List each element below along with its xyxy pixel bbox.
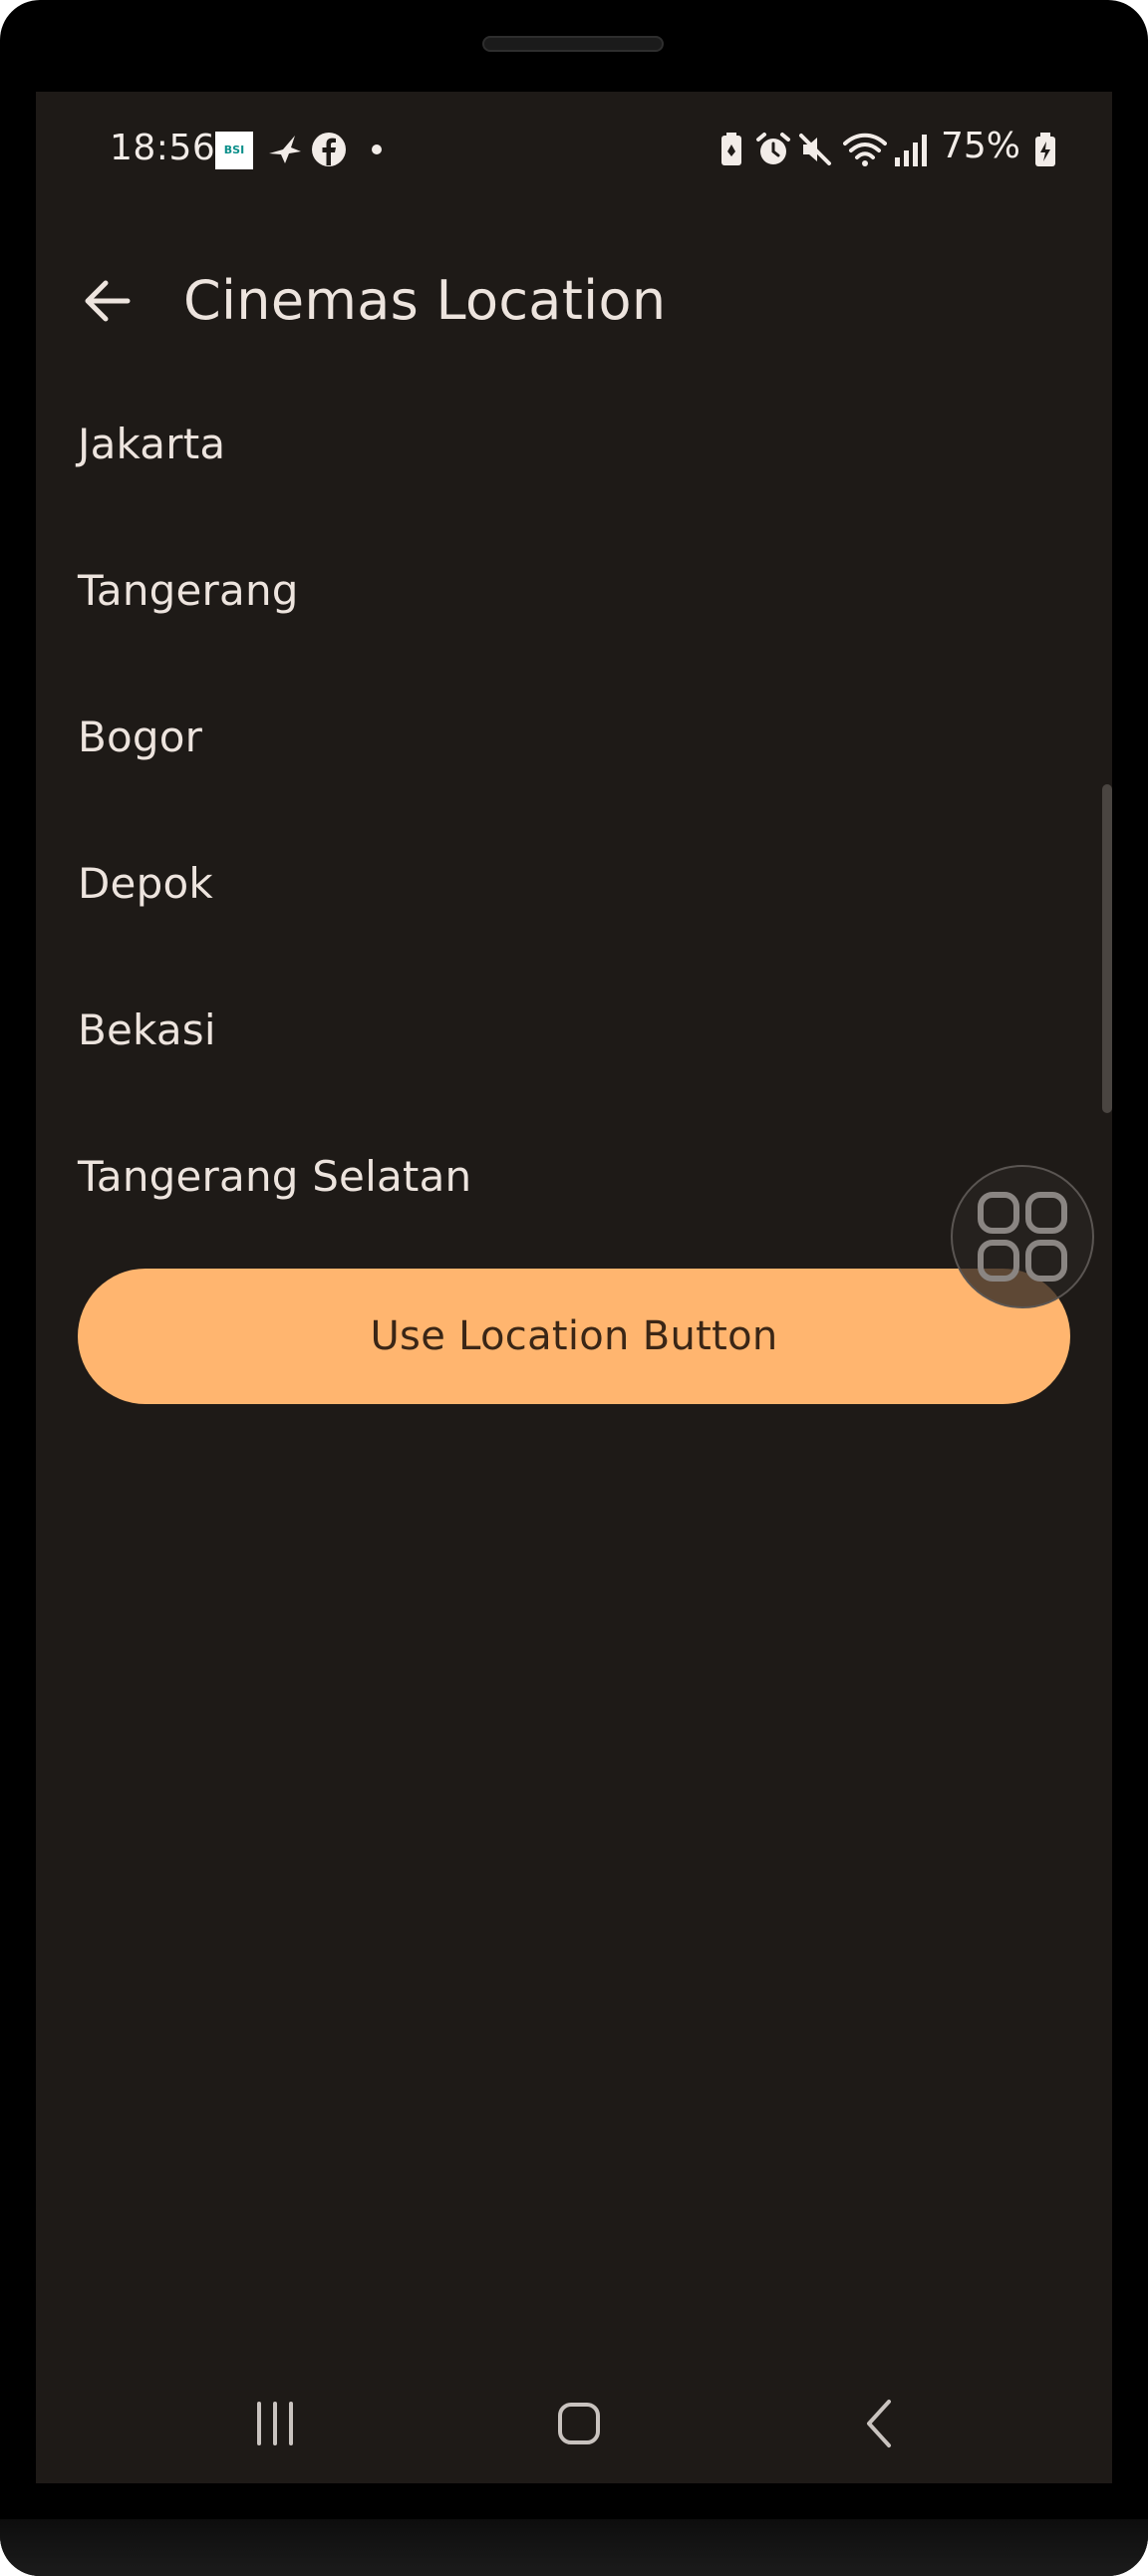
battery-charging-icon	[1035, 133, 1055, 166]
arrow-back-icon[interactable]	[80, 273, 136, 329]
city-label: Tangerang Selatan	[78, 1152, 472, 1201]
battery-percent: 75%	[941, 126, 1021, 166]
use-location-button[interactable]: Use Location Button	[78, 1269, 1070, 1404]
city-label: Bekasi	[78, 1005, 216, 1054]
app-bar: Cinemas Location	[36, 251, 1112, 351]
status-bar: 18:56 BSI 75%	[36, 92, 1112, 211]
floating-apps-button[interactable]	[951, 1165, 1094, 1308]
mute-icon	[799, 134, 831, 165]
city-label: Jakarta	[78, 420, 226, 468]
battery-saver-icon	[721, 133, 741, 165]
page-title: Cinemas Location	[183, 269, 667, 332]
bird-app-icon	[269, 136, 301, 163]
screen: 18:56 BSI 75% Cinemas Location Jakarta T…	[36, 92, 1112, 2483]
speaker-grille	[482, 36, 664, 52]
city-item-bogor[interactable]: Bogor	[36, 667, 1072, 813]
city-item-jakarta[interactable]: Jakarta	[36, 374, 1072, 520]
back-chevron-icon[interactable]	[819, 2384, 939, 2463]
bottom-bezel	[0, 2519, 1148, 2576]
bsi-app-icon: BSI	[215, 132, 253, 169]
city-label: Bogor	[78, 713, 203, 761]
city-label: Tangerang	[78, 566, 299, 615]
navigation-bar	[36, 2364, 1112, 2483]
wifi-icon	[843, 133, 887, 166]
facebook-icon	[312, 133, 346, 166]
city-item-bekasi[interactable]: Bekasi	[36, 960, 1072, 1106]
status-time: 18:56	[110, 128, 216, 168]
home-icon[interactable]	[518, 2384, 638, 2463]
city-item-tangerang-selatan[interactable]: Tangerang Selatan	[36, 1106, 1072, 1253]
scrollbar[interactable]	[1102, 784, 1112, 1113]
apps-grid-icon	[978, 1192, 1067, 1282]
signal-icon	[895, 135, 927, 166]
city-label: Depok	[78, 859, 213, 908]
city-item-tangerang[interactable]: Tangerang	[36, 520, 1072, 667]
alarm-icon	[756, 133, 790, 164]
dot-icon	[372, 144, 382, 154]
recents-icon[interactable]	[215, 2384, 335, 2463]
phone-frame: 18:56 BSI 75% Cinemas Location Jakarta T…	[0, 0, 1148, 2576]
city-item-depok[interactable]: Depok	[36, 813, 1072, 960]
